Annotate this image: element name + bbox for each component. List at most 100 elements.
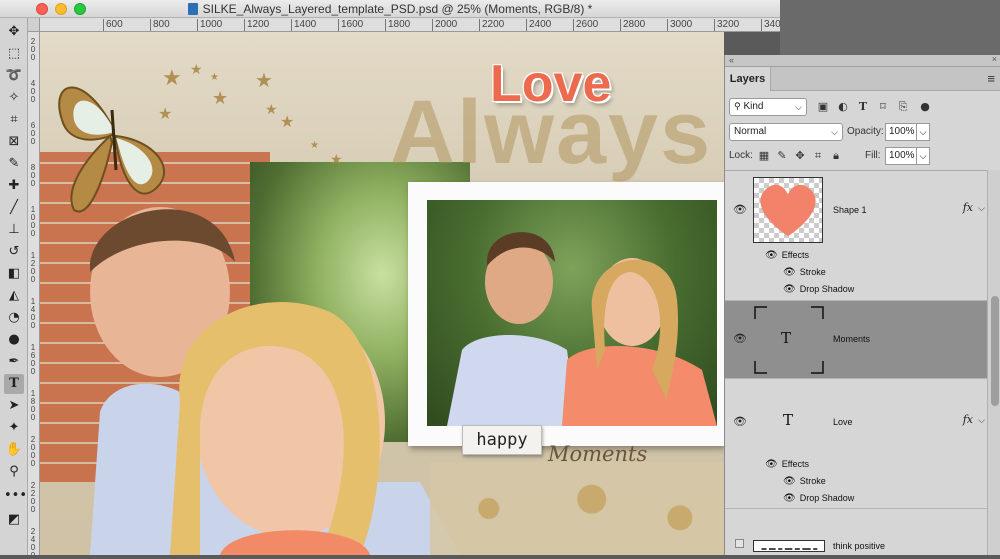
visibility-eye-icon[interactable]: 👁︎	[783, 476, 796, 487]
hand-tool-icon[interactable]: ✋	[4, 440, 24, 460]
visibility-eye-icon[interactable]: 👁︎	[733, 415, 747, 428]
type-tool-icon[interactable]: T	[4, 374, 24, 394]
filter-toggle-icon[interactable]: ●	[917, 99, 933, 115]
layer-name: Love	[833, 417, 853, 427]
star-icon: ★	[255, 68, 273, 92]
custom-shape-tool-icon[interactable]: ✦	[4, 418, 24, 438]
paint-bucket-tool-icon[interactable]: ◭	[4, 286, 24, 306]
window-title-bar: SILKE_Always_Layered_template_PSD.psd @ …	[0, 0, 780, 18]
effects-group-row[interactable]: 👁︎ Effects	[765, 250, 809, 261]
default-colors-icon[interactable]: ◩	[4, 510, 24, 530]
layer-row-shape-1[interactable]: 👁︎ Shape 1 fx ⌵ 👁︎ Effects 👁︎ Stroke 👁︎ Dro…	[725, 171, 987, 301]
chevron-down-icon: ⌵	[795, 102, 802, 112]
expand-effects-chevron-icon[interactable]: ⌵	[978, 203, 985, 214]
spot-healing-tool-icon[interactable]: ✚	[4, 176, 24, 196]
vertical-ruler[interactable]: 200 400 600 800 1000 1200 1400 1600 1800…	[28, 32, 40, 555]
opacity-chevron-icon[interactable]: ⌵	[917, 123, 930, 141]
visibility-eye-icon[interactable]: 👁︎	[783, 267, 796, 278]
visibility-toggle-off[interactable]	[735, 539, 744, 548]
adjustment-filter-icon[interactable]: ◐	[835, 99, 851, 115]
fill-label: Fill:	[865, 150, 881, 161]
ruler-tick: 200	[30, 37, 36, 62]
couple-photo	[427, 200, 717, 426]
effect-row-drop-shadow[interactable]: 👁︎ Drop Shadow	[783, 284, 854, 295]
type-filter-icon[interactable]: T	[855, 99, 871, 115]
effect-row-stroke[interactable]: 👁︎ Stroke	[783, 267, 826, 278]
ruler-tick: 1000	[30, 205, 36, 238]
fill-input[interactable]: 100%	[885, 147, 917, 165]
clone-stamp-tool-icon[interactable]: ⊥	[4, 220, 24, 240]
frame-tool-icon[interactable]: ⊠	[4, 132, 24, 152]
tools-panel: ✥ ⬚ ➰ ✧ ⌗ ⊠ ✎ ✚ ╱ ⊥ ↺ ◧ ◭ ◔ ● ✒ T ➤ ✦ ✋ …	[0, 18, 28, 555]
zoom-tool-icon[interactable]: ⚲	[4, 462, 24, 482]
opacity-input[interactable]: 100%	[885, 123, 917, 141]
more-tools-icon[interactable]: •••	[4, 486, 27, 506]
ruler-tick: 2200	[478, 19, 505, 31]
lock-position-icon[interactable]: ✥	[793, 148, 807, 164]
marquee-tool-icon[interactable]: ⬚	[4, 44, 24, 64]
layer-row-moments[interactable]: 👁︎ T Moments	[725, 301, 987, 379]
star-icon: ★	[190, 62, 203, 78]
eyedropper-tool-icon[interactable]: ✎	[4, 154, 24, 174]
layer-row-love[interactable]: 👁︎ T Love fx ⌵ 👁︎ Effects 👁︎ Stroke 👁︎ Drop…	[725, 379, 987, 509]
lock-transparent-pixels-icon[interactable]: ▦	[757, 148, 771, 164]
document-title-text: SILKE_Always_Layered_template_PSD.psd @ …	[202, 2, 593, 16]
shape-filter-icon[interactable]: ⌑	[875, 99, 891, 115]
star-icon: ★	[310, 140, 319, 151]
visibility-eye-icon[interactable]: 👁︎	[783, 493, 796, 504]
lasso-tool-icon[interactable]: ➰	[4, 66, 24, 86]
effect-name: Stroke	[799, 476, 826, 486]
lock-all-icon[interactable]: 🔒︎	[829, 148, 843, 164]
lock-artboard-icon[interactable]: ⌗	[811, 148, 825, 164]
ruler-tick: 3200	[713, 19, 740, 31]
workspace-background	[780, 0, 1000, 60]
close-panel-icon[interactable]: ×	[992, 54, 997, 64]
ruler-tick: 1800	[30, 389, 36, 422]
panel-menu-icon[interactable]: ≡	[987, 71, 995, 86]
dodge-tool-icon[interactable]: ●	[4, 330, 24, 350]
scrollbar-thumb[interactable]	[991, 296, 999, 406]
document-canvas[interactable]: Always ★ ★ ★ ★ ★ ★ ★ ★ ★ ★ Love happy Mo…	[40, 32, 724, 555]
ruler-tick: 3000	[666, 19, 693, 31]
ruler-tick: 800	[150, 19, 170, 31]
collapse-panel-icon[interactable]: «	[729, 55, 734, 65]
star-icon: ★	[265, 102, 278, 118]
layers-scrollbar[interactable]	[987, 170, 1000, 555]
heart-shape-thumbnail	[753, 177, 823, 243]
crop-tool-icon[interactable]: ⌗	[4, 110, 24, 130]
tab-layers[interactable]: Layers	[725, 67, 771, 91]
visibility-eye-icon[interactable]: 👁︎	[783, 284, 796, 295]
visibility-eye-icon[interactable]: 👁︎	[765, 250, 778, 261]
path-selection-tool-icon[interactable]: ➤	[4, 396, 24, 416]
visibility-eye-icon[interactable]: 👁︎	[733, 332, 747, 345]
visibility-eye-icon[interactable]: 👁︎	[765, 459, 778, 470]
layer-row-think-positive[interactable]: think positive	[725, 509, 987, 556]
move-tool-icon[interactable]: ✥	[4, 22, 24, 42]
visibility-eye-icon[interactable]: 👁︎	[733, 203, 747, 216]
horizontal-ruler[interactable]: 600 800 1000 1200 1400 1600 1800 2000 22…	[40, 18, 780, 32]
floral-pattern	[430, 462, 724, 555]
pixel-filter-icon[interactable]: ▣	[815, 99, 831, 115]
blend-mode-select[interactable]: Normal ⌵	[729, 123, 843, 141]
effects-group-row[interactable]: 👁︎ Effects	[765, 459, 809, 470]
ruler-origin[interactable]	[28, 18, 40, 32]
panel-header-strip: « ×	[725, 54, 1000, 67]
blur-tool-icon[interactable]: ◔	[4, 308, 24, 328]
kind-filter-label: Kind	[743, 101, 764, 112]
ruler-tick: 600	[103, 19, 123, 31]
effect-row-stroke[interactable]: 👁︎ Stroke	[783, 476, 826, 487]
ruler-tick: 2400	[30, 527, 36, 556]
smart-object-filter-icon[interactable]: ⎘	[895, 99, 911, 115]
magic-wand-tool-icon[interactable]: ✧	[4, 88, 24, 108]
star-icon: ★	[210, 72, 219, 83]
ruler-tick: 1800	[384, 19, 411, 31]
expand-effects-chevron-icon[interactable]: ⌵	[978, 415, 985, 426]
eraser-tool-icon[interactable]: ◧	[4, 264, 24, 284]
history-brush-tool-icon[interactable]: ↺	[4, 242, 24, 262]
pen-tool-icon[interactable]: ✒	[4, 352, 24, 372]
fill-chevron-icon[interactable]: ⌵	[917, 147, 930, 165]
effect-row-drop-shadow[interactable]: 👁︎ Drop Shadow	[783, 493, 854, 504]
kind-filter-select[interactable]: ⚲ Kind ⌵	[729, 98, 807, 116]
brush-tool-icon[interactable]: ╱	[4, 198, 24, 218]
lock-image-pixels-icon[interactable]: ✎	[775, 148, 789, 164]
